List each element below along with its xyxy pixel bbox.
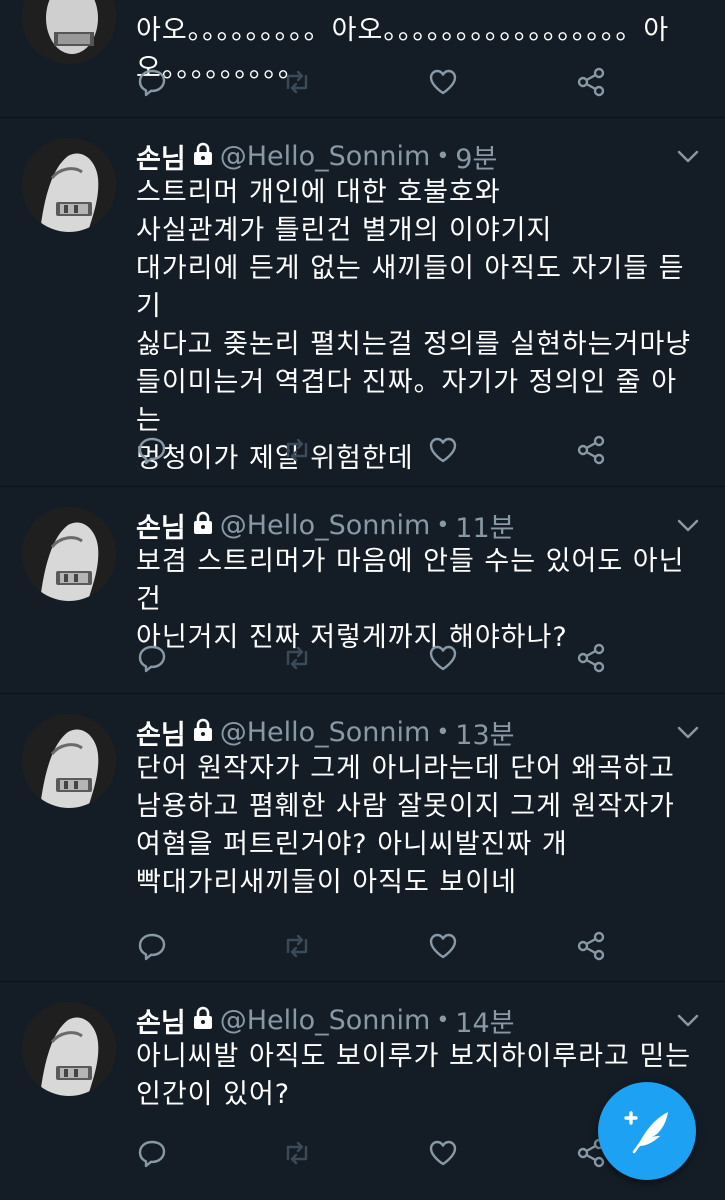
retweet-icon[interactable]: [281, 1137, 313, 1169]
separator-dot: •: [436, 719, 450, 745]
timestamp[interactable]: 13분: [455, 713, 514, 752]
share-icon[interactable]: [575, 642, 607, 674]
separator-dot: •: [436, 512, 450, 538]
timestamp[interactable]: 11분: [455, 506, 514, 545]
separator-dot: •: [436, 143, 450, 169]
lock-icon: [192, 142, 214, 170]
chevron-down-icon[interactable]: [675, 1010, 701, 1030]
tweet[interactable]: 아오。。。。。。。。。아오。。。。。。。。。。。。。。。。。아오。。。。。。。。…: [0, 0, 725, 118]
user-handle[interactable]: @Hello_Sonnim: [220, 510, 431, 541]
heart-icon[interactable]: [427, 66, 459, 98]
tweet-actions: [136, 642, 616, 674]
tweet-text: 보겸 스트리머가 마음에 안들 수는 있어도 아닌건 아닌거지 진짜 저렇게까지…: [136, 546, 685, 653]
tweet-actions: [136, 434, 616, 466]
avatar[interactable]: [22, 138, 116, 232]
reply-icon[interactable]: [136, 66, 168, 98]
tweet-header: 손님 @Hello_Sonnim • 9분: [136, 137, 497, 176]
chevron-down-icon[interactable]: [675, 515, 701, 535]
share-icon[interactable]: [575, 930, 607, 962]
compose-tweet-button[interactable]: [598, 1082, 696, 1180]
tweet-header: 손님 @Hello_Sonnim • 11분: [136, 506, 515, 545]
retweet-icon[interactable]: [281, 434, 313, 466]
reply-icon[interactable]: [136, 434, 168, 466]
tweet[interactable]: 손님 @Hello_Sonnim • 13분 단어 원작자가 그게 아니라는데 …: [0, 694, 725, 982]
reply-icon[interactable]: [136, 1137, 168, 1169]
user-handle[interactable]: @Hello_Sonnim: [220, 141, 431, 172]
tweet[interactable]: 손님 @Hello_Sonnim • 9분 스트리머 개인에 대한 호불호와 사…: [0, 118, 725, 487]
separator-dot: •: [436, 1007, 450, 1033]
heart-icon[interactable]: [427, 434, 459, 466]
user-handle[interactable]: @Hello_Sonnim: [220, 717, 431, 748]
display-name[interactable]: 손님: [136, 1001, 186, 1040]
display-name[interactable]: 손님: [136, 506, 186, 545]
reply-icon[interactable]: [136, 642, 168, 674]
lock-icon: [192, 511, 214, 539]
tweet-actions: [136, 930, 616, 962]
retweet-icon[interactable]: [281, 642, 313, 674]
timestamp[interactable]: 14분: [455, 1001, 514, 1040]
tweet-text: 스트리머 개인에 대한 호불호와 사실관계가 틀린건 별개의 이야기지 대가리에…: [136, 177, 692, 474]
chevron-down-icon[interactable]: [675, 146, 701, 166]
display-name[interactable]: 손님: [136, 137, 186, 176]
lock-icon: [192, 718, 214, 746]
tweet-actions: [136, 1137, 616, 1169]
display-name[interactable]: 손님: [136, 713, 186, 752]
heart-icon[interactable]: [427, 1137, 459, 1169]
tweet-header: 손님 @Hello_Sonnim • 13분: [136, 713, 515, 752]
avatar[interactable]: [22, 0, 116, 64]
heart-icon[interactable]: [427, 642, 459, 674]
user-handle[interactable]: @Hello_Sonnim: [220, 1005, 431, 1036]
lock-icon: [192, 1006, 214, 1034]
tweet[interactable]: 손님 @Hello_Sonnim • 11분 보겸 스트리머가 마음에 안들 수…: [0, 487, 725, 694]
share-icon[interactable]: [575, 66, 607, 98]
chevron-down-icon[interactable]: [675, 722, 701, 742]
avatar[interactable]: [22, 714, 116, 808]
tweet-text: 단어 원작자가 그게 아니라는데 단어 왜곡하고 남용하고 폄훼한 사람 잘못이…: [136, 753, 675, 898]
share-icon[interactable]: [575, 434, 607, 466]
reply-icon[interactable]: [136, 930, 168, 962]
heart-icon[interactable]: [427, 930, 459, 962]
avatar[interactable]: [22, 1002, 116, 1096]
timestamp[interactable]: 9분: [455, 137, 497, 176]
retweet-icon[interactable]: [281, 930, 313, 962]
tweet-header: 손님 @Hello_Sonnim • 14분: [136, 1001, 515, 1040]
avatar[interactable]: [22, 507, 116, 601]
retweet-icon[interactable]: [281, 66, 313, 98]
compose-tweet-icon: [624, 1111, 668, 1154]
tweet-actions: [136, 66, 616, 98]
